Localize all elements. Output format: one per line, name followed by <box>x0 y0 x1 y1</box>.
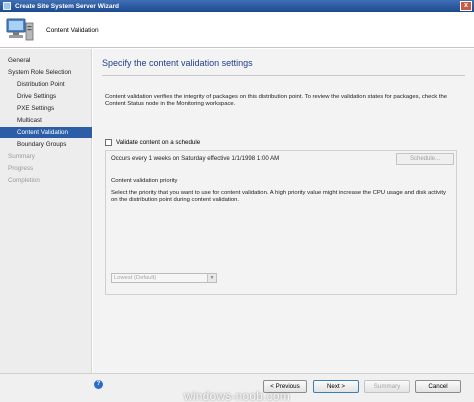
nav-completion: Completion <box>8 177 40 184</box>
computer-icon <box>6 18 34 41</box>
wizard-page: Specify the content validation settings … <box>93 49 474 373</box>
nav-multicast[interactable]: Multicast <box>0 115 92 126</box>
nav-distribution-point[interactable]: Distribution Point <box>0 79 92 90</box>
title-divider <box>102 75 465 76</box>
title-bar: Create Site System Server Wizard x <box>0 0 474 12</box>
nav-boundary-groups[interactable]: Boundary Groups <box>0 139 92 150</box>
cancel-button[interactable]: Cancel <box>415 380 461 393</box>
nav-summary: Summary <box>8 153 35 160</box>
nav-pxe-settings[interactable]: PXE Settings <box>0 103 92 114</box>
nav-system-role-selection[interactable]: System Role Selection <box>0 67 92 78</box>
next-button[interactable]: Next > <box>313 380 359 393</box>
priority-dropdown[interactable]: Lowest (Default) ▼ <box>111 273 217 283</box>
validate-schedule-row[interactable]: Validate content on a schedule <box>105 139 200 146</box>
nav-progress: Progress <box>8 165 34 172</box>
window-title: Create Site System Server Wizard <box>15 2 119 10</box>
nav-general[interactable]: General <box>0 55 92 66</box>
schedule-button[interactable]: Schedule... <box>396 153 454 165</box>
schedule-group: Occurs every 1 weeks on Saturday effecti… <box>105 150 457 295</box>
wizard-app-icon <box>3 2 11 10</box>
schedule-description: Occurs every 1 weeks on Saturday effecti… <box>111 155 280 162</box>
close-window-button[interactable]: x <box>460 1 472 11</box>
header-title: Content Validation <box>46 27 99 34</box>
page-title: Specify the content validation settings <box>102 58 253 68</box>
wizard-header: Content Validation <box>0 12 474 48</box>
priority-selected-value: Lowest (Default) <box>114 275 157 281</box>
summary-button: Summary <box>364 380 410 393</box>
page-description: Content validation verifies the integrit… <box>105 94 448 108</box>
help-icon[interactable]: ? <box>94 380 103 389</box>
wizard-footer: ? < Previous Next > Summary Cancel windo… <box>0 373 474 402</box>
chevron-down-icon[interactable]: ▼ <box>207 274 216 282</box>
watermark-text: windows-noob.com <box>184 389 290 402</box>
priority-description: Select the priority that you want to use… <box>111 190 446 204</box>
validate-schedule-label[interactable]: Validate content on a schedule <box>116 139 200 146</box>
priority-heading: Content validation priority <box>111 178 178 184</box>
nav-content-validation[interactable]: Content Validation <box>0 127 92 138</box>
wizard-steps-sidebar: General System Role Selection Distributi… <box>0 49 92 373</box>
nav-drive-settings[interactable]: Drive Settings <box>0 91 92 102</box>
validate-schedule-checkbox[interactable] <box>105 139 112 146</box>
